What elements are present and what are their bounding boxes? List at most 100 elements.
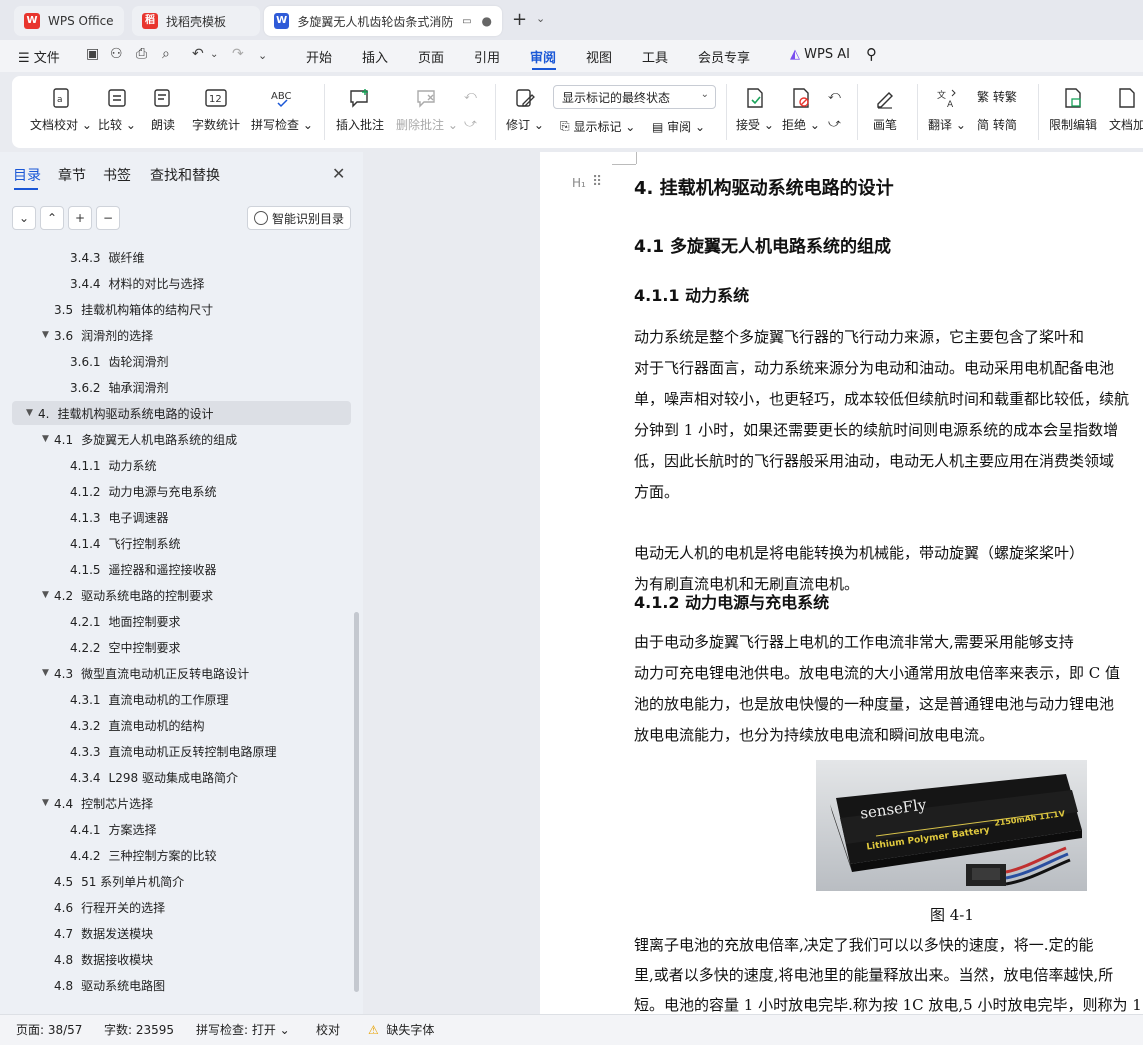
pen-button[interactable]: 画笔 xyxy=(873,76,897,148)
toc-item[interactable]: 4.1.2 动力电源与充电系统 xyxy=(70,480,217,504)
toc-item[interactable]: 4.3.1 直流电动机的工作原理 xyxy=(70,688,229,712)
doc-encrypt-button[interactable]: 文档加 xyxy=(1109,76,1143,148)
menu-home[interactable]: 开始 xyxy=(306,47,332,66)
prev-change-icon[interactable]: ⤺ xyxy=(828,88,841,103)
to-traditional-button[interactable]: 繁 转繁 xyxy=(977,88,1017,105)
menu-member[interactable]: 会员专享 xyxy=(698,47,750,66)
page-indicator[interactable]: 页面: 38/57 xyxy=(16,1021,82,1038)
print-icon[interactable]: ⎙ xyxy=(136,46,147,62)
toc-item[interactable]: 4.3 微型直流电动机正反转电路设计 xyxy=(54,662,249,686)
proof-status[interactable]: 校对 xyxy=(316,1021,340,1038)
toc-item[interactable]: 4.8 驱动系统电路图 xyxy=(54,974,165,998)
toc-item[interactable]: 3.5 挂载机构箱体的结构尺寸 xyxy=(54,298,213,322)
menu-reference[interactable]: 引用 xyxy=(474,47,500,66)
toc-item[interactable]: 4. 挂载机构驱动系统电路的设计 xyxy=(38,402,213,426)
expand-up-button[interactable]: ⌃ xyxy=(40,206,64,230)
toc-item[interactable]: 4.1.3 电子调速器 xyxy=(70,506,169,530)
close-icon[interactable]: ✕ xyxy=(332,164,345,183)
spell-check-button[interactable]: ABC 拼写检查 ⌄ xyxy=(251,76,313,148)
expand-triangle-icon[interactable]: ▼ xyxy=(42,434,49,444)
toc-item[interactable]: 4.4.2 三种控制方案的比较 xyxy=(70,844,217,868)
tab-toc[interactable]: 目录 xyxy=(13,165,41,185)
doc-check-button[interactable]: a 文档校对 ⌄ xyxy=(30,76,92,148)
next-change-icon[interactable]: ⤻ xyxy=(828,116,841,131)
expand-triangle-icon[interactable]: ▼ xyxy=(26,408,33,418)
expand-triangle-icon[interactable]: ▼ xyxy=(42,668,49,678)
expand-triangle-icon[interactable]: ▼ xyxy=(42,330,49,340)
toc-item[interactable]: 4.3.2 直流电动机的结构 xyxy=(70,714,205,738)
toc-item[interactable]: 3.6.1 齿轮润滑剂 xyxy=(70,350,169,374)
expand-triangle-icon[interactable]: ▼ xyxy=(42,590,49,600)
word-count-button[interactable]: 12 字数统计 xyxy=(192,76,240,148)
redo-icon[interactable]: ↷ xyxy=(232,46,244,62)
undo-icon[interactable]: ↶ xyxy=(192,46,204,62)
chevron-down-icon[interactable]: ⌄ xyxy=(536,12,545,25)
word-count-status[interactable]: 字数: 23595 xyxy=(104,1021,174,1038)
toc-item[interactable]: 4.3.4 L298 驱动集成电路简介 xyxy=(70,766,238,790)
expand-triangle-icon[interactable]: ▼ xyxy=(42,798,49,808)
menu-page[interactable]: 页面 xyxy=(418,47,444,66)
toc-item[interactable]: 4.5 51 系列单片机简介 xyxy=(54,870,184,894)
reject-button[interactable]: 拒绝 ⌄ xyxy=(782,76,820,148)
drag-handle-icon[interactable]: ⠿ xyxy=(592,174,602,190)
restrict-edit-button[interactable]: 限制编辑 xyxy=(1049,76,1097,148)
document-page[interactable]: H₁ ⠿ 4. 挂载机构驱动系统电路的设计 4.1 多旋翼无人机电路系统的组成 … xyxy=(540,152,1143,1014)
toc-item[interactable]: 4.4 控制芯片选择 xyxy=(54,792,153,816)
print-preview-icon[interactable]: ⌕ xyxy=(162,46,170,62)
tab-chapters[interactable]: 章节 xyxy=(58,165,86,185)
insert-comment-button[interactable]: 插入批注 xyxy=(336,76,384,148)
prev-comment-icon[interactable]: ⤺ xyxy=(464,88,477,103)
toc-item[interactable]: 4.7 数据发送模块 xyxy=(54,922,153,946)
toc-item[interactable]: 3.4.3 碳纤维 xyxy=(70,246,145,270)
remove-heading-button[interactable]: − xyxy=(96,206,120,230)
tab-docer[interactable]: 稻 找稻壳模板 xyxy=(132,6,260,36)
review-pane-button[interactable]: ▤ 审阅 ⌄ xyxy=(652,118,705,135)
share-icon[interactable]: ⚇ xyxy=(110,46,123,62)
menu-insert[interactable]: 插入 xyxy=(362,47,388,66)
new-tab-plus-icon[interactable]: + xyxy=(512,9,527,30)
next-comment-icon[interactable]: ⤻ xyxy=(464,116,477,131)
toc-item[interactable]: 4.1.5 遥控器和遥控接收器 xyxy=(70,558,217,582)
read-aloud-button[interactable]: 朗读 xyxy=(151,76,175,148)
to-simplified-button[interactable]: 简 转简 xyxy=(977,116,1017,133)
tab-dot-icon[interactable]: ● xyxy=(482,14,492,28)
tab-wps-office[interactable]: W WPS Office xyxy=(14,6,124,36)
markup-state-select[interactable]: 显示标记的最终状态 ⌄ xyxy=(553,85,716,109)
compare-button[interactable]: 比较 ⌄ xyxy=(98,76,136,148)
more-icon[interactable]: ⌄ xyxy=(258,49,267,62)
show-markup-button[interactable]: ⎘ 显示标记 ⌄ xyxy=(560,118,635,135)
menu-review[interactable]: 审阅 xyxy=(530,47,556,66)
scrollbar[interactable] xyxy=(354,612,359,992)
tab-find-replace[interactable]: 查找和替换 xyxy=(150,165,220,185)
toc-item[interactable]: 3.4.4 材料的对比与选择 xyxy=(70,272,205,296)
missing-font-status[interactable]: ⚠ 缺失字体 xyxy=(368,1021,434,1038)
toc-item[interactable]: 3.6.2 轴承润滑剂 xyxy=(70,376,169,400)
file-menu[interactable]: ☰ 文件 xyxy=(18,47,60,66)
translate-button[interactable]: 文A 翻译 ⌄ xyxy=(928,76,966,148)
undo-dropdown-icon[interactable]: ⌄ xyxy=(210,49,218,60)
toc-item[interactable]: 4.2.1 地面控制要求 xyxy=(70,610,181,634)
search-icon[interactable]: ⚲ xyxy=(866,45,877,63)
accept-button[interactable]: 接受 ⌄ xyxy=(736,76,774,148)
toc-item[interactable]: 4.3.3 直流电动机正反转控制电路原理 xyxy=(70,740,277,764)
add-heading-button[interactable]: + xyxy=(68,206,92,230)
smart-toc-button[interactable]: 智能识别目录 xyxy=(247,206,351,230)
delete-comment-button[interactable]: 删除批注 ⌄ xyxy=(396,76,458,148)
spell-check-status[interactable]: 拼写检查: 打开 ⌄ xyxy=(196,1021,290,1038)
toc-item[interactable]: 3.6 润滑剂的选择 xyxy=(54,324,153,348)
wps-ai-button[interactable]: ◭ WPS AI xyxy=(790,47,850,62)
toc-item[interactable]: 4.2 驱动系统电路的控制要求 xyxy=(54,584,213,608)
revise-button[interactable]: 修订 ⌄ xyxy=(506,76,544,148)
save-icon[interactable]: ▣ xyxy=(86,46,99,62)
toc-item[interactable]: 4.4.1 方案选择 xyxy=(70,818,157,842)
tab-document[interactable]: W 多旋翼无人机齿轮齿条式消防 ▭ ● xyxy=(264,6,502,36)
toc-item[interactable]: 4.1 多旋翼无人机电路系统的组成 xyxy=(54,428,237,452)
tab-bookmarks[interactable]: 书签 xyxy=(103,165,131,185)
toc-item[interactable]: 4.6 行程开关的选择 xyxy=(54,896,165,920)
toc-item[interactable]: 4.2.2 空中控制要求 xyxy=(70,636,181,660)
toc-item[interactable]: 4.8 数据接收模块 xyxy=(54,948,153,972)
menu-view[interactable]: 视图 xyxy=(586,47,612,66)
toc-item[interactable]: 4.1.4 飞行控制系统 xyxy=(70,532,181,556)
collapse-all-button[interactable]: ⌄ xyxy=(12,206,36,230)
toc-item[interactable]: 4.1.1 动力系统 xyxy=(70,454,157,478)
